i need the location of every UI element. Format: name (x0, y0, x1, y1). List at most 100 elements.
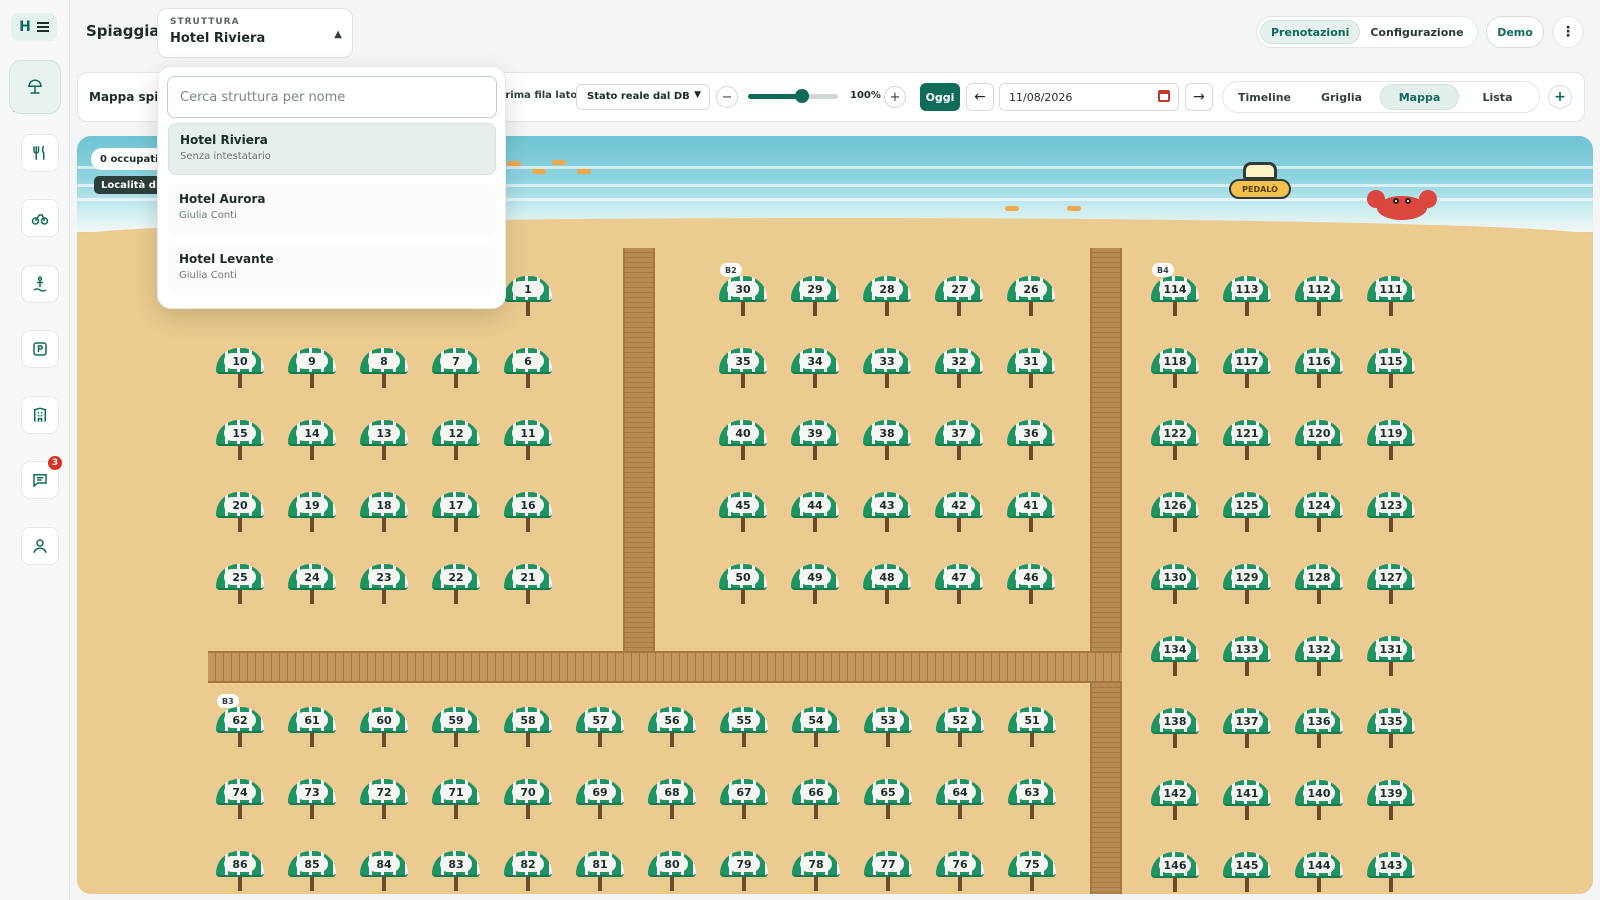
umbrella-8[interactable]: 8 (360, 348, 408, 394)
umbrella-55[interactable]: 55 (720, 707, 768, 753)
umbrella-10[interactable]: 10 (216, 348, 264, 394)
umbrella-7[interactable]: 7 (432, 348, 480, 394)
umbrella-128[interactable]: 128 (1295, 564, 1343, 610)
umbrella-21[interactable]: 21 (504, 564, 552, 610)
umbrella-130[interactable]: 130 (1151, 564, 1199, 610)
umbrella-136[interactable]: 136 (1295, 708, 1343, 754)
umbrella-23[interactable]: 23 (360, 564, 408, 610)
umbrella-129[interactable]: 129 (1223, 564, 1271, 610)
umbrella-52[interactable]: 52 (936, 707, 984, 753)
umbrella-68[interactable]: 68 (648, 779, 696, 825)
umbrella-64[interactable]: 64 (936, 779, 984, 825)
umbrella-12[interactable]: 12 (432, 420, 480, 466)
umbrella-37[interactable]: 37 (935, 420, 983, 466)
umbrella-78[interactable]: 78 (792, 851, 840, 894)
umbrella-67[interactable]: 67 (720, 779, 768, 825)
umbrella-9[interactable]: 9 (288, 348, 336, 394)
umbrella-131[interactable]: 131 (1367, 636, 1415, 682)
umbrella-117[interactable]: 117 (1223, 348, 1271, 394)
umbrella-59[interactable]: 59 (432, 707, 480, 753)
umbrella-40[interactable]: 40 (719, 420, 767, 466)
umbrella-132[interactable]: 132 (1295, 636, 1343, 682)
umbrella-17[interactable]: 17 (432, 492, 480, 538)
umbrella-135[interactable]: 135 (1367, 708, 1415, 754)
view-griglia[interactable]: Griglia (1303, 84, 1380, 110)
umbrella-133[interactable]: 133 (1223, 636, 1271, 682)
view-timeline[interactable]: Timeline (1226, 84, 1303, 110)
umbrella-137[interactable]: 137 (1223, 708, 1271, 754)
umbrella-145[interactable]: 145 (1223, 852, 1271, 894)
umbrella-14[interactable]: 14 (288, 420, 336, 466)
umbrella-122[interactable]: 122 (1151, 420, 1199, 466)
calendar-icon[interactable] (1158, 90, 1170, 102)
umbrella-60[interactable]: 60 (360, 707, 408, 753)
umbrella-51[interactable]: 51 (1008, 707, 1056, 753)
rail-item-bike[interactable] (21, 199, 59, 237)
zoom-slider-thumb[interactable] (795, 89, 809, 103)
umbrella-125[interactable]: 125 (1223, 492, 1271, 538)
today-button[interactable]: Oggi (920, 83, 960, 111)
umbrella-113[interactable]: 113 (1223, 276, 1271, 322)
umbrella-53[interactable]: 53 (864, 707, 912, 753)
umbrella-42[interactable]: 42 (935, 492, 983, 538)
umbrella-124[interactable]: 124 (1295, 492, 1343, 538)
umbrella-118[interactable]: 118 (1151, 348, 1199, 394)
view-lista[interactable]: Lista (1459, 84, 1536, 110)
umbrella-76[interactable]: 76 (936, 851, 984, 894)
rail-item-lifeguard[interactable] (21, 265, 59, 303)
umbrella-127[interactable]: 127 (1367, 564, 1415, 610)
struttura-option-riviera[interactable]: Hotel Riviera Senza intestatario (168, 123, 496, 175)
umbrella-69[interactable]: 69 (576, 779, 624, 825)
umbrella-18[interactable]: 18 (360, 492, 408, 538)
umbrella-74[interactable]: 74 (216, 779, 264, 825)
demo-button[interactable]: Demo (1486, 16, 1544, 48)
more-options-button[interactable]: ⋮ (1552, 16, 1584, 48)
umbrella-38[interactable]: 38 (863, 420, 911, 466)
umbrella-86[interactable]: 86 (216, 851, 264, 894)
umbrella-138[interactable]: 138 (1151, 708, 1199, 754)
umbrella-49[interactable]: 49 (791, 564, 839, 610)
umbrella-83[interactable]: 83 (432, 851, 480, 894)
umbrella-39[interactable]: 39 (791, 420, 839, 466)
umbrella-121[interactable]: 121 (1223, 420, 1271, 466)
umbrella-111[interactable]: 111 (1367, 276, 1415, 322)
umbrella-16[interactable]: 16 (504, 492, 552, 538)
umbrella-33[interactable]: 33 (863, 348, 911, 394)
view-mappa[interactable]: Mappa (1380, 84, 1459, 110)
prev-day-button[interactable]: ← (966, 83, 994, 111)
date-input[interactable]: 11/08/2026 (999, 83, 1179, 111)
umbrella-54[interactable]: 54 (792, 707, 840, 753)
rail-item-messages[interactable]: 3 (21, 456, 62, 499)
zoom-in-button[interactable]: + (884, 86, 906, 108)
umbrella-43[interactable]: 43 (863, 492, 911, 538)
tab-configurazione[interactable]: Configurazione (1360, 20, 1473, 44)
umbrella-139[interactable]: 139 (1367, 780, 1415, 826)
umbrella-28[interactable]: 28 (863, 276, 911, 322)
umbrella-134[interactable]: 134 (1151, 636, 1199, 682)
umbrella-58[interactable]: 58 (504, 707, 552, 753)
umbrella-15[interactable]: 15 (216, 420, 264, 466)
umbrella-123[interactable]: 123 (1367, 492, 1415, 538)
umbrella-119[interactable]: 119 (1367, 420, 1415, 466)
umbrella-115[interactable]: 115 (1367, 348, 1415, 394)
umbrella-140[interactable]: 140 (1295, 780, 1343, 826)
umbrella-45[interactable]: 45 (719, 492, 767, 538)
umbrella-77[interactable]: 77 (864, 851, 912, 894)
umbrella-63[interactable]: 63 (1008, 779, 1056, 825)
umbrella-120[interactable]: 120 (1295, 420, 1343, 466)
umbrella-44[interactable]: 44 (791, 492, 839, 538)
rail-item-restaurant[interactable] (21, 134, 59, 172)
umbrella-80[interactable]: 80 (648, 851, 696, 894)
struttura-search-input[interactable] (167, 76, 497, 118)
umbrella-47[interactable]: 47 (935, 564, 983, 610)
umbrella-143[interactable]: 143 (1367, 852, 1415, 894)
umbrella-11[interactable]: 11 (504, 420, 552, 466)
umbrella-57[interactable]: 57 (576, 707, 624, 753)
umbrella-144[interactable]: 144 (1295, 852, 1343, 894)
umbrella-13[interactable]: 13 (360, 420, 408, 466)
umbrella-79[interactable]: 79 (720, 851, 768, 894)
umbrella-112[interactable]: 112 (1295, 276, 1343, 322)
struttura-option-aurora[interactable]: Hotel Aurora Giulia Conti (168, 183, 496, 235)
zoom-slider[interactable] (748, 89, 838, 103)
struttura-selector[interactable]: STRUTTURA Hotel Riviera ▲ (157, 8, 353, 58)
